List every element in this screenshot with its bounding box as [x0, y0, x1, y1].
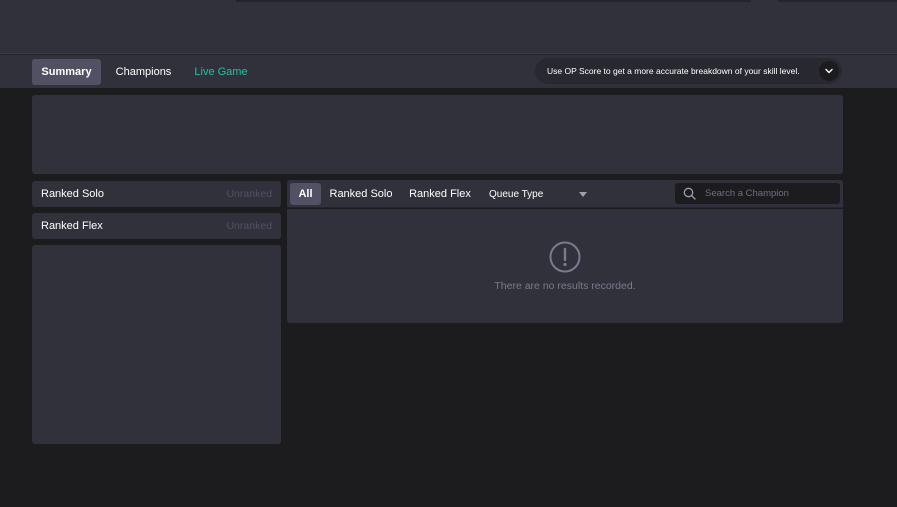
ranked-solo-label: Ranked Solo: [41, 188, 104, 200]
exclamation-circle-icon: [549, 241, 581, 273]
match-results-panel: There are no results recorded.: [287, 209, 843, 323]
tab-live-game[interactable]: Live Game: [186, 59, 256, 85]
queue-type-select[interactable]: Queue Type: [489, 183, 589, 205]
tab-summary[interactable]: Summary: [32, 59, 101, 85]
side-info-panel: [32, 245, 281, 444]
chevron-down-icon[interactable]: [819, 61, 839, 81]
top-header: [0, 0, 897, 54]
ranked-flex-row: Ranked Flex Unranked: [32, 213, 281, 239]
op-score-banner[interactable]: Use OP Score to get a more accurate brea…: [535, 58, 842, 84]
search-icon: [675, 187, 703, 200]
filter-tab-all[interactable]: All: [290, 183, 321, 205]
search-input[interactable]: [703, 187, 833, 200]
queue-type-label: Queue Type: [489, 188, 544, 200]
header-top-edge: [236, 0, 751, 2]
op-score-banner-text: Use OP Score to get a more accurate brea…: [547, 66, 800, 76]
tab-champions[interactable]: Champions: [106, 59, 181, 85]
empty-results-message: There are no results recorded.: [494, 280, 636, 292]
ranked-flex-status: Unranked: [226, 220, 272, 232]
caret-down-icon: [579, 192, 587, 197]
ranked-solo-row: Ranked Solo Unranked: [32, 181, 281, 207]
filter-tab-ranked-flex[interactable]: Ranked Flex: [406, 183, 474, 205]
filter-tab-ranked-solo[interactable]: Ranked Solo: [327, 183, 395, 205]
profile-header-panel: [32, 95, 843, 174]
champion-search[interactable]: [675, 183, 840, 204]
ranked-solo-status: Unranked: [226, 188, 272, 200]
header-top-edge-right: [778, 0, 897, 2]
ranked-flex-label: Ranked Flex: [41, 220, 103, 232]
